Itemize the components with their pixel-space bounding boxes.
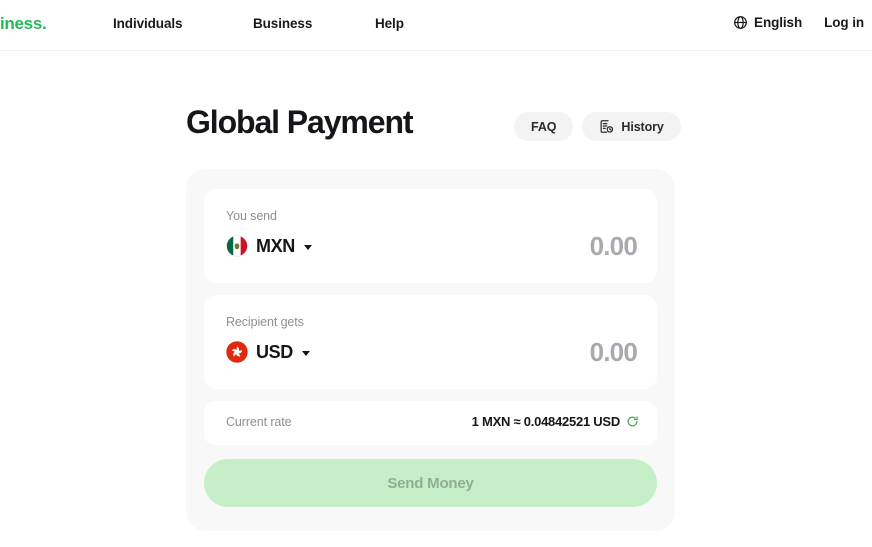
send-money-button[interactable]: Send Money	[204, 459, 657, 507]
main-content: Global Payment FAQ History You send MXN …	[0, 51, 872, 547]
current-rate-row: Current rate 1 MXN ≈ 0.04842521 USD	[204, 401, 657, 445]
receive-currency-code: USD	[256, 341, 293, 362]
recipient-gets-card: Recipient gets USD 0.00	[204, 295, 657, 389]
receive-currency-selector[interactable]: USD	[226, 341, 310, 363]
mexico-flag-icon	[226, 235, 248, 257]
faq-button[interactable]: FAQ	[514, 112, 574, 141]
header-utility-navigation: English Log in	[733, 15, 864, 30]
brand-logo[interactable]: iness.	[0, 14, 47, 34]
you-send-card: You send MXN	[204, 189, 657, 283]
receive-amount-input[interactable]	[417, 337, 637, 368]
recipient-gets-label: Recipient gets	[226, 315, 304, 329]
history-button[interactable]: History	[582, 112, 681, 141]
current-rate-value: 1 MXN ≈ 0.04842521 USD	[471, 414, 621, 429]
you-send-label: You send	[226, 209, 277, 223]
history-button-label: History	[621, 119, 664, 134]
history-icon	[600, 120, 614, 133]
current-rate-label: Current rate	[226, 415, 292, 429]
globe-icon	[734, 16, 747, 29]
login-link[interactable]: Log in	[824, 15, 864, 30]
currency-converter-panel: You send MXN 0.00 Recipient gets USD 0.0…	[186, 169, 675, 531]
site-header: iness. Individuals Business Help English…	[0, 0, 872, 51]
nav-item-business[interactable]: Business	[253, 16, 375, 31]
title-action-buttons: FAQ History	[514, 112, 681, 141]
page-title-row: Global Payment FAQ History	[186, 104, 686, 141]
send-currency-code: MXN	[256, 235, 295, 256]
send-currency-selector[interactable]: MXN	[226, 235, 312, 257]
current-rate-value-wrap: 1 MXN ≈ 0.04842521 USD	[472, 414, 639, 429]
hong-kong-flag-icon	[226, 341, 248, 363]
chevron-down-icon	[303, 245, 312, 250]
page-title: Global Payment	[186, 104, 414, 140]
send-amount-input[interactable]	[417, 231, 637, 262]
nav-item-individuals[interactable]: Individuals	[113, 16, 253, 31]
faq-button-label: FAQ	[531, 119, 557, 134]
chevron-down-icon	[301, 351, 310, 356]
language-label: English	[754, 15, 803, 30]
language-selector[interactable]: English	[733, 15, 802, 30]
refresh-icon[interactable]	[626, 415, 639, 428]
nav-item-help[interactable]: Help	[375, 16, 435, 31]
primary-navigation: Individuals Business Help	[113, 16, 435, 31]
